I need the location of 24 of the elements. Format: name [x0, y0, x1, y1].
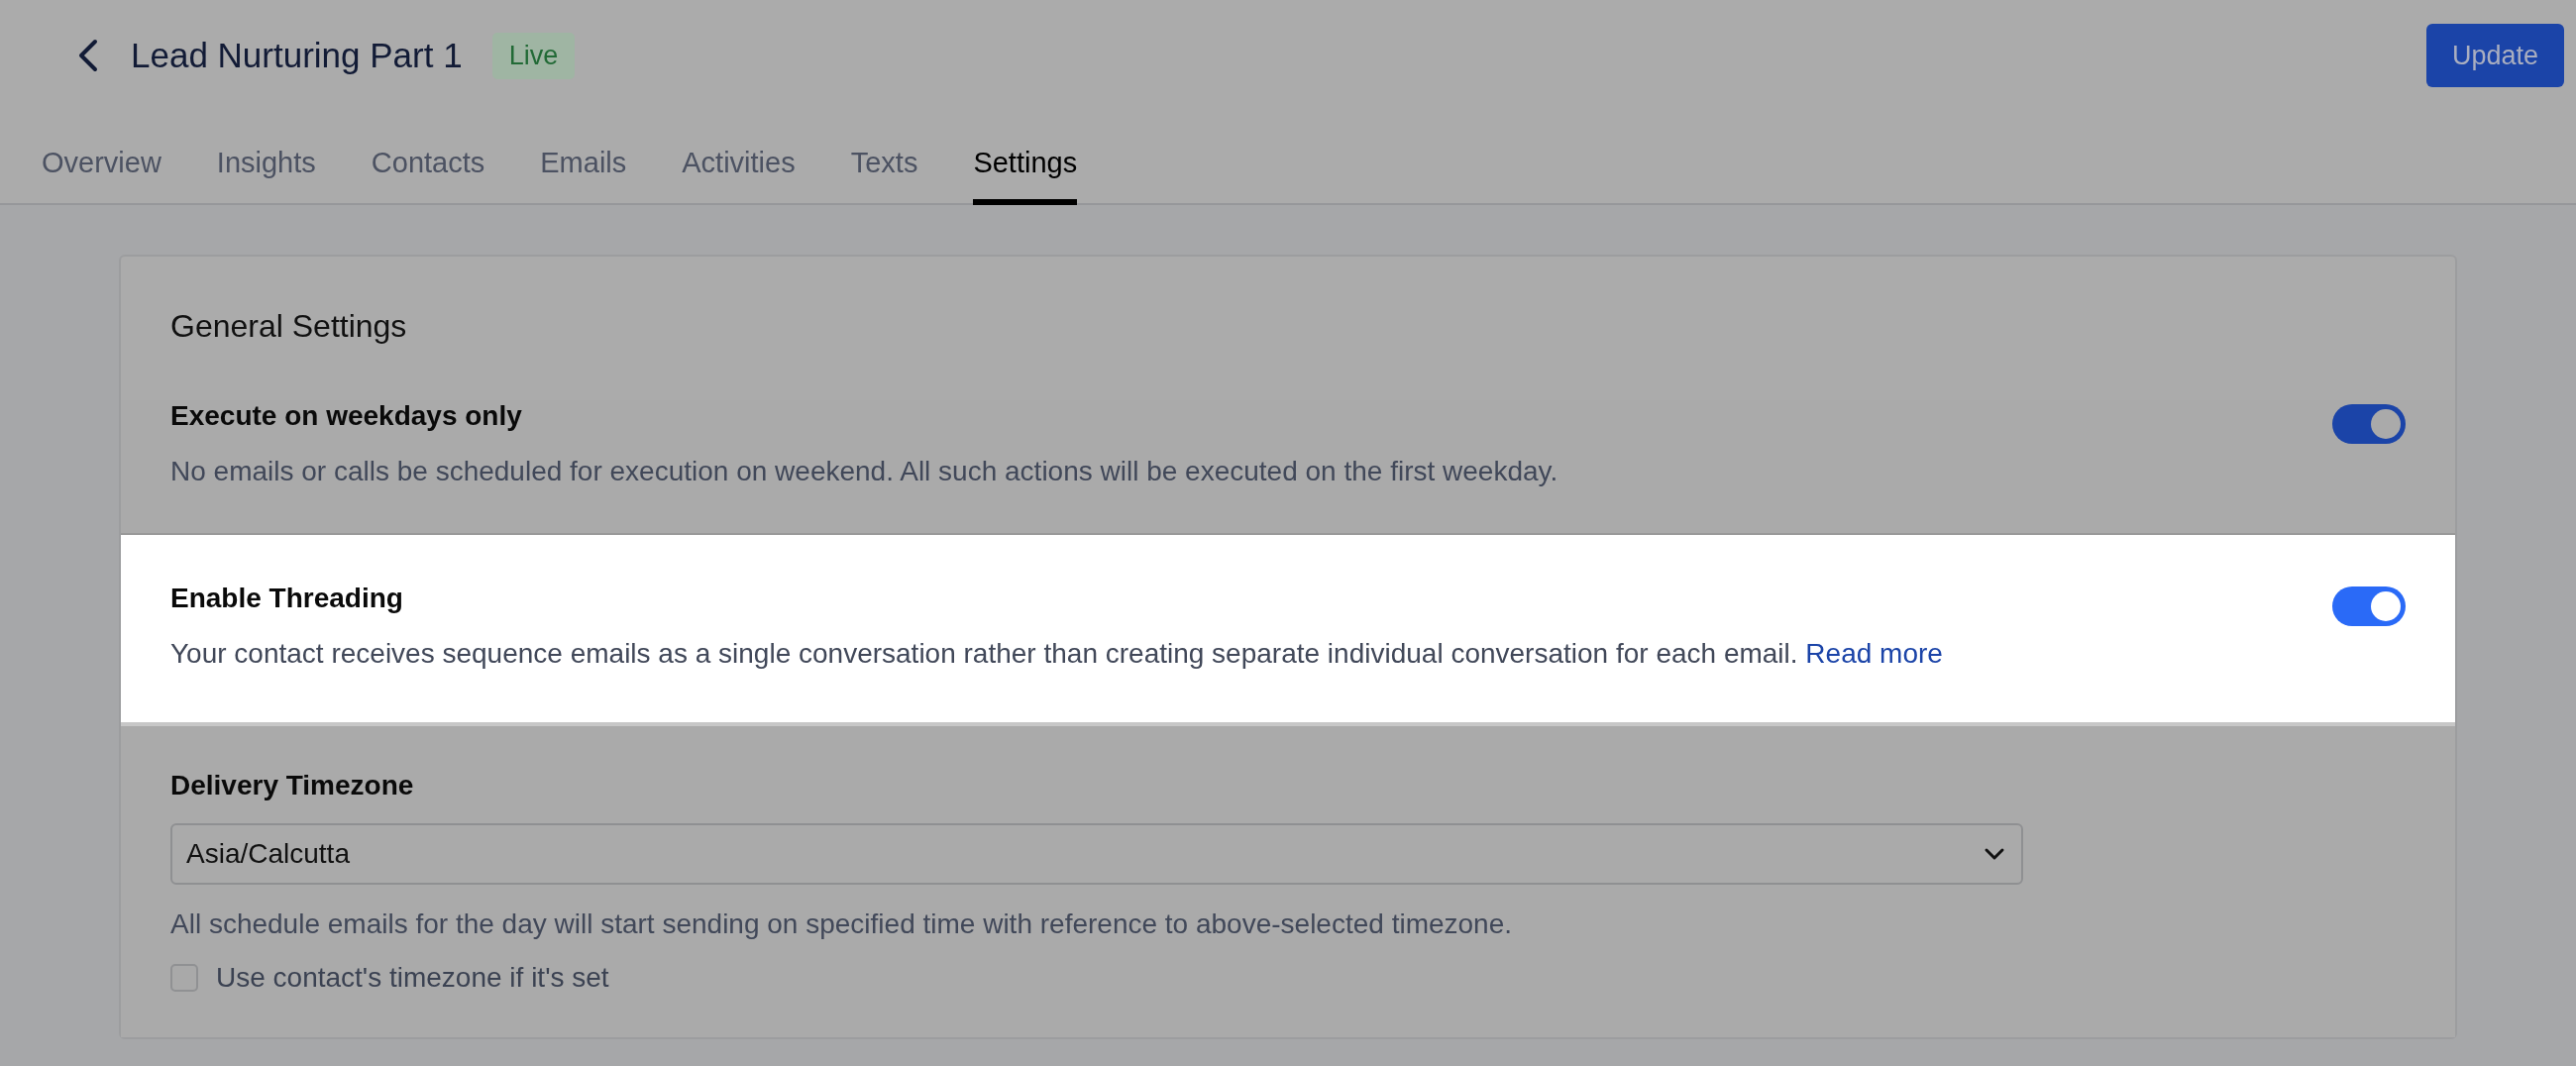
- chevron-down-icon: [1984, 846, 2005, 861]
- setting-title: Delivery Timezone: [170, 769, 415, 801]
- setting-description: Your contact receives sequence emails as a single conversation rather than creating separate individual conversation for each email. Read more: [170, 637, 1944, 672]
- tab[interactable]: Contacts: [371, 147, 485, 205]
- setting-title: Enable Threading: [170, 583, 404, 615]
- page-title: Lead Nurturing Part 1: [131, 36, 463, 75]
- status-badge: Live: [491, 32, 576, 79]
- tab[interactable]: Emails: [540, 147, 627, 205]
- update-button[interactable]: Update: [2425, 24, 2564, 87]
- tab[interactable]: Texts: [850, 147, 918, 205]
- toggle-switch[interactable]: [2332, 404, 2406, 444]
- card-title: General Settings: [169, 308, 408, 346]
- setting-description: No emails or calls be scheduled for execution on weekend. All such actions will be executed on the first weekday.: [170, 455, 1559, 488]
- tab[interactable]: Activities: [682, 147, 796, 205]
- checkbox[interactable]: [170, 964, 198, 993]
- read-more-link[interactable]: Read more: [1805, 638, 1943, 670]
- tab[interactable]: Settings: [973, 147, 1078, 205]
- toggle-switch[interactable]: [2332, 586, 2406, 627]
- tab[interactable]: Overview: [42, 147, 161, 205]
- setting-title: Execute on weekdays only: [170, 400, 523, 432]
- tab[interactable]: Insights: [216, 147, 316, 205]
- timezone-select[interactable]: Asia/Calcutta: [170, 822, 2023, 885]
- setting-description: All schedule emails for the day will start sending on specified time with reference to above-selected timezone.: [170, 906, 1514, 941]
- checkbox-label: Use contact's timezone if it's set: [216, 962, 609, 995]
